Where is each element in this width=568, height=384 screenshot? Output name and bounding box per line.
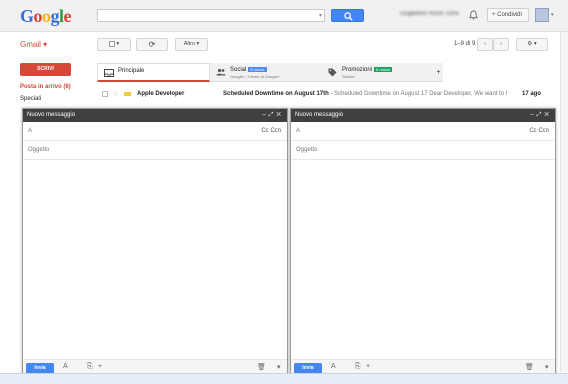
star-icon[interactable]: ☆ <box>112 87 119 101</box>
gear-icon: ⚙ ▾ <box>527 41 537 47</box>
top-header: Google ▾ Guglielmo Rossi Torre + Condivi… <box>0 0 568 32</box>
subject-field[interactable]: Oggetto <box>23 141 287 160</box>
select-checkbox-button[interactable]: ▾ <box>97 38 131 51</box>
category-tabs: Principale Social 8 nuove Google+, Il tea… <box>97 63 443 82</box>
subject-field[interactable]: Oggetto <box>291 141 555 160</box>
chevron-right-icon: › <box>500 41 502 47</box>
settings-button[interactable]: ⚙ ▾ <box>516 38 548 51</box>
add-tab-button[interactable]: + <box>434 63 443 82</box>
taskbar-strip <box>0 373 568 384</box>
trash-icon[interactable]: 🗑 <box>257 363 266 371</box>
cc-bcc-link[interactable]: Cc Ccn <box>261 122 281 141</box>
prev-page-button[interactable]: ‹ <box>477 38 493 51</box>
tab-primary[interactable]: Principale <box>97 63 210 82</box>
sidebar-item-inbox[interactable]: Posta in arrivo (6) <box>20 84 71 90</box>
row-checkbox[interactable] <box>102 91 108 97</box>
search-icon <box>344 12 353 21</box>
avatar[interactable] <box>535 8 549 22</box>
attach-icon[interactable]: ⎘ <box>355 363 361 371</box>
tab-social[interactable]: Social 8 nuove Google+, Il team di Google… <box>210 63 322 82</box>
attach-icon[interactable]: ⎘ <box>87 363 93 371</box>
table-row[interactable]: ☆ Apple Developer Scheduled Downtime on … <box>97 87 553 101</box>
mail-date: 17 ago <box>521 91 541 97</box>
text-format-icon[interactable]: A <box>63 363 68 370</box>
account-caret-icon[interactable]: ▾ <box>551 12 554 18</box>
gmail-menu[interactable]: Gmail ▾ <box>20 40 47 49</box>
chevron-left-icon: ‹ <box>484 41 486 47</box>
search-input[interactable]: ▾ <box>97 9 325 22</box>
pagination-count: 1–9 di 9 <box>454 41 476 47</box>
insert-more-icon[interactable]: + <box>366 363 370 370</box>
refresh-button[interactable]: ⟳ <box>136 38 168 51</box>
page-scrollbar[interactable] <box>560 32 568 372</box>
window-controls[interactable]: ‒⤢✕ <box>262 109 284 122</box>
user-name[interactable]: Guglielmo Rossi Torre <box>400 11 462 18</box>
checkbox-icon <box>108 40 115 47</box>
trash-icon[interactable]: 🗑 <box>525 363 534 371</box>
window-controls[interactable]: ‒⤢✕ <box>530 109 552 122</box>
more-button[interactable]: Altro ▾ <box>175 38 208 51</box>
notification-bell-icon[interactable] <box>469 10 478 20</box>
mail-sender: Apple Developer <box>137 91 185 97</box>
cc-bcc-link[interactable]: Cc Ccn <box>529 122 549 141</box>
search-button[interactable] <box>331 9 364 22</box>
insert-more-icon[interactable]: + <box>98 363 102 370</box>
inbox-icon <box>104 69 114 77</box>
important-marker-icon[interactable] <box>124 92 131 96</box>
compose-window-left: Nuovo messaggio ‒⤢✕ A Cc Ccn Oggetto Inv… <box>22 108 288 376</box>
search-options-caret-icon[interactable]: ▾ <box>319 12 322 19</box>
options-caret-icon[interactable]: ▾ <box>545 363 549 371</box>
compose-window-right: Nuovo messaggio ‒⤢✕ A Cc Ccn Oggetto Inv… <box>290 108 556 376</box>
people-icon <box>216 68 226 76</box>
compose-header[interactable]: Nuovo messaggio ‒⤢✕ <box>291 109 555 122</box>
sidebar-item-starred[interactable]: Speciali <box>20 96 41 102</box>
compose-header[interactable]: Nuovo messaggio ‒⤢✕ <box>23 109 287 122</box>
new-count-badge: 8 nuove <box>248 67 267 72</box>
text-format-icon[interactable]: A <box>331 363 336 370</box>
compose-button[interactable]: SCRIVI <box>20 63 71 76</box>
mail-subject: Scheduled Downtime on August 17th - Sche… <box>223 91 508 97</box>
message-body[interactable] <box>291 160 555 360</box>
google-logo[interactable]: Google <box>20 6 72 27</box>
message-body[interactable] <box>23 160 287 360</box>
next-page-button[interactable]: › <box>493 38 509 51</box>
tab-promotions[interactable]: Promozioni 6 nuove Shutter <box>322 63 434 82</box>
share-button[interactable]: + Condividi <box>487 8 529 22</box>
to-field[interactable]: A Cc Ccn <box>23 122 287 141</box>
new-count-badge: 6 nuove <box>374 67 393 72</box>
refresh-icon: ⟳ <box>148 40 156 49</box>
tag-icon <box>328 68 337 77</box>
to-field[interactable]: A Cc Ccn <box>291 122 555 141</box>
chevron-down-icon: ▾ <box>116 41 120 47</box>
options-caret-icon[interactable]: ▾ <box>277 363 281 371</box>
